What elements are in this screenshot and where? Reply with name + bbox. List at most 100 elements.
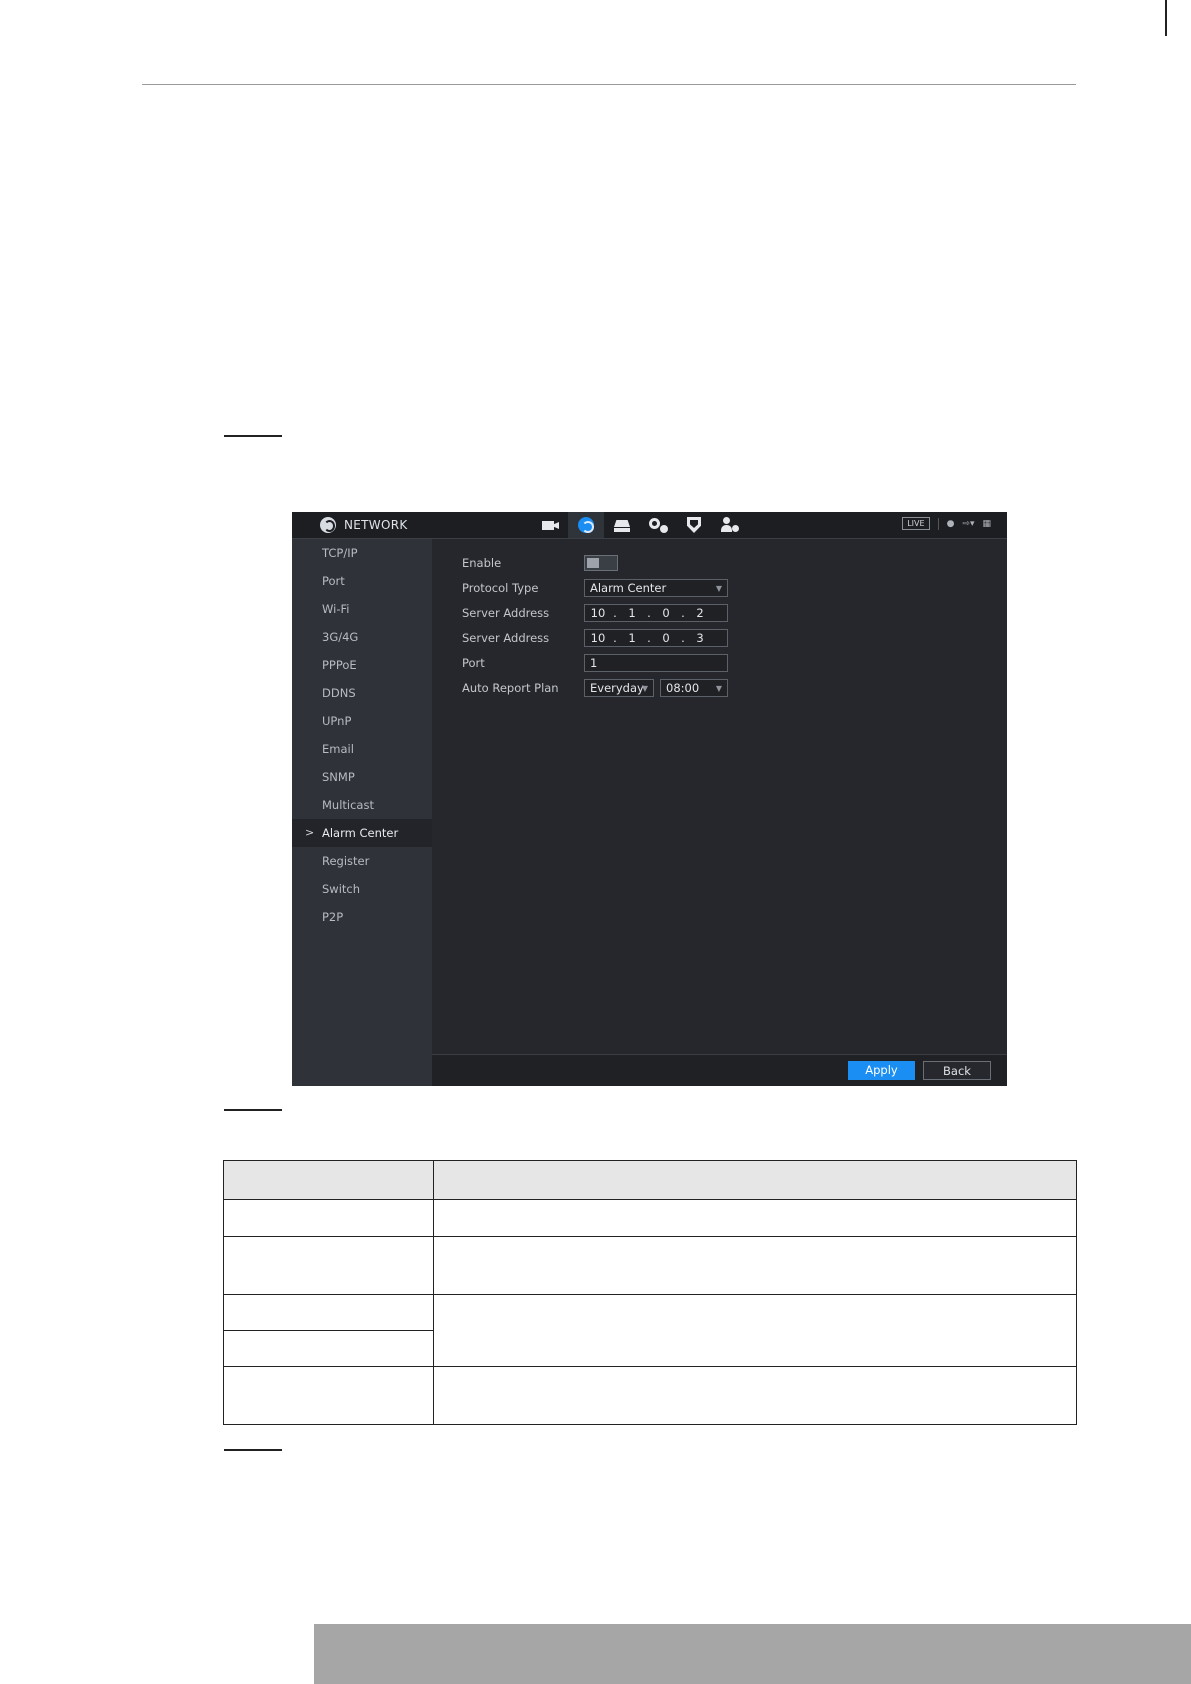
sidebar-item-label: Switch [322,882,361,896]
table-cell [223,1330,434,1367]
account-icon[interactable] [712,512,748,538]
apply-button[interactable]: Apply [848,1061,915,1080]
sidebar-item-register[interactable]: Register [292,847,432,875]
network-icon[interactable] [568,512,604,538]
dropdown-arrow-icon: ▼ [641,684,648,693]
enable-label: Enable [462,556,502,570]
port-input[interactable]: 1 [584,654,728,672]
parameter-table [223,1160,1077,1425]
report-day-select[interactable]: Everyday ▼ [584,679,654,697]
sidebar-item-label: UPnP [322,714,352,728]
back-button[interactable]: Back [923,1061,991,1080]
top-bar: NETWORK LIVE ● ⇨▾ ▦ [292,512,1007,539]
sidebar-item-p2p[interactable]: P2P [292,903,432,931]
settings-icon[interactable] [640,512,676,538]
fullscreen-icon[interactable]: ▦ [982,519,991,529]
server-address-1-label: Server Address [462,606,550,620]
sidebar-item-label: PPPoE [322,658,357,672]
ip-octet: 1 [628,606,636,620]
table-row [223,1236,1077,1295]
table-cell [223,1366,434,1425]
sidebar-item-tcpip[interactable]: TCP/IP [292,539,432,567]
ip-octet: 3 [696,631,704,645]
camera-icon[interactable] [532,512,568,538]
header-rule [142,84,1076,85]
sidebar-item-label: Multicast [322,798,374,812]
step-mark [224,435,282,437]
server-address-1-input[interactable]: 10. 1. 0. 2 [584,604,728,622]
table-row [223,1294,1077,1367]
sidebar-item-switch[interactable]: Switch [292,875,432,903]
network-globe-icon [320,517,336,533]
sidebar-item-label: Wi-Fi [322,602,350,616]
auto-report-plan-row: Auto Report Plan Everyday ▼ 08:00 ▼ [462,677,728,699]
security-icon[interactable] [676,512,712,538]
sidebar-item-ddns[interactable]: DDNS [292,679,432,707]
sidebar-item-email[interactable]: Email [292,735,432,763]
sidebar-item-3g4g[interactable]: 3G/4G [292,623,432,651]
sidebar-item-label: DDNS [322,686,356,700]
storage-icon[interactable] [604,512,640,538]
corner-mark [1165,0,1167,36]
table-row [223,1366,1077,1425]
sidebar-item-label: 3G/4G [322,630,359,644]
sidebar-item-label: SNMP [322,770,355,784]
sidebar-item-alarm-center[interactable]: > Alarm Center [292,819,432,847]
auto-report-plan-label: Auto Report Plan [462,681,559,695]
sidebar-item-label: P2P [322,910,344,924]
table-cell [433,1294,1077,1367]
server-address-2-input[interactable]: 10. 1. 0. 3 [584,629,728,647]
step-mark [224,1109,282,1111]
ip-octet: 0 [662,631,670,645]
sidebar-item-label: Port [322,574,345,588]
page-footer-band [314,1624,1191,1684]
logout-icon[interactable]: ⇨▾ [962,519,974,529]
sidebar-item-snmp[interactable]: SNMP [292,763,432,791]
port-row: Port 1 [462,652,728,674]
divider [937,517,939,530]
protocol-type-value: Alarm Center [590,581,667,595]
table-cell [223,1236,434,1295]
table-cell [223,1294,434,1331]
ip-octet: 2 [696,606,704,620]
report-day-value: Everyday [590,681,644,695]
sidebar-item-label: Register [322,854,370,868]
sidebar-item-label: TCP/IP [322,546,358,560]
protocol-type-row: Protocol Type Alarm Center ▼ [462,577,728,599]
enable-row: Enable [462,552,618,574]
protocol-type-select[interactable]: Alarm Center ▼ [584,579,728,597]
protocol-type-label: Protocol Type [462,581,539,595]
server-address-1-row: Server Address 10. 1. 0. 2 [462,602,728,624]
dropdown-arrow-icon: ▼ [715,584,722,593]
sidebar-item-multicast[interactable]: Multicast [292,791,432,819]
sidebar-item-port[interactable]: Port [292,567,432,595]
brand: NETWORK [320,512,408,538]
dropdown-arrow-icon: ▼ [715,684,722,693]
chevron-right-icon: > [305,826,315,839]
table-cell [433,1366,1077,1425]
ip-octet: 1 [628,631,636,645]
live-button[interactable]: LIVE [902,517,930,530]
server-address-2-label: Server Address [462,631,550,645]
sidebar-item-label: Email [322,742,354,756]
sidebar-item-upnp[interactable]: UPnP [292,707,432,735]
table-row [223,1199,1077,1237]
table-header-cell [223,1160,434,1200]
report-time-value: 08:00 [666,681,700,695]
enable-toggle[interactable] [584,555,618,571]
action-bar: Apply Back [432,1054,1007,1086]
report-time-select[interactable]: 08:00 ▼ [660,679,728,697]
sidebar: TCP/IP Port Wi-Fi 3G/4G PPPoE DDNS UPnP … [292,539,432,1086]
sidebar-item-wifi[interactable]: Wi-Fi [292,595,432,623]
table-header-row [223,1160,1077,1200]
ip-octet: 10 [590,606,606,620]
alarm-center-form: Enable Protocol Type Alarm Center ▼ Serv… [432,539,1007,1054]
table-header-cell [433,1160,1077,1200]
ip-octet: 0 [662,606,670,620]
user-icon[interactable]: ● [947,519,955,529]
sidebar-item-label: Alarm Center [322,826,399,840]
port-label: Port [462,656,485,670]
sidebar-item-pppoe[interactable]: PPPoE [292,651,432,679]
main-nav [532,512,748,538]
table-cell [223,1199,434,1237]
